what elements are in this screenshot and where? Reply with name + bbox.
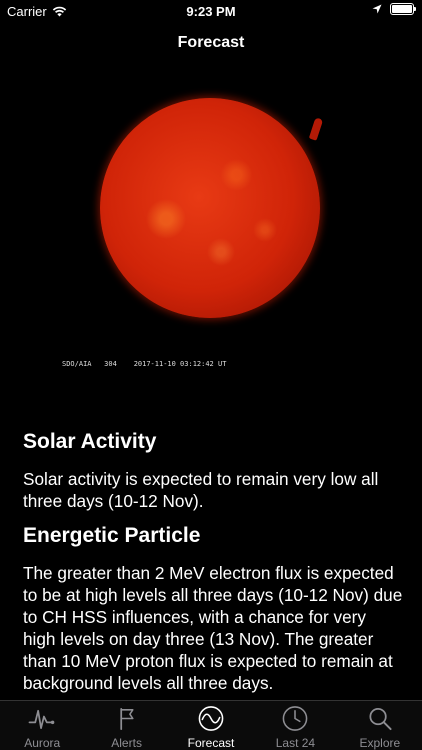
battery-icon [390,3,416,15]
tab-alerts[interactable]: Alerts [84,701,168,750]
tab-label: Explore [359,736,401,750]
wave-icon [198,706,224,731]
section-title-energetic-particle: Energetic Particle [23,524,201,547]
tab-forecast[interactable]: Forecast [169,701,253,750]
section-body-energetic-particle: The greater than 2 MeV electron flux is … [23,563,403,693]
flag-icon [119,707,134,730]
solar-prominence [308,117,324,141]
tab-last-24[interactable]: Last 24 [253,701,337,750]
forecast-content: Solar Activity Solar activity is expecte… [23,430,403,706]
tab-label: Last 24 [275,736,316,750]
tab-aurora[interactable]: Aurora [0,701,84,750]
tab-bar: Aurora Alerts Forecast Last 24 Explore [0,700,422,750]
caption-wavelength: 304 [104,360,117,368]
caption-timestamp: 2017-11-10 03:12:42 UT [133,360,227,368]
status-time: 9:23 PM [186,4,236,19]
status-right [372,3,416,15]
sun-disk [100,98,320,318]
status-bar: Carrier 9:23 PM [0,0,422,24]
pulse-icon [28,709,55,730]
clock-icon [283,706,308,731]
caption-instrument: SDO/AIA [62,360,92,368]
tab-label: Aurora [24,736,61,750]
tab-explore[interactable]: Explore [338,701,422,750]
sun-image-caption: SDO/AIA 304 2017-11-10 03:12:42 UT [62,360,226,368]
battery-level [392,5,412,13]
tab-label: Forecast [187,736,235,750]
location-arrow-icon [372,4,382,14]
sun-image: SDO/AIA 304 2017-11-10 03:12:42 UT [50,78,372,378]
search-icon [369,707,392,731]
tab-label: Alerts [111,736,142,750]
section-body-solar-activity: Solar activity is expected to remain ver… [23,469,379,511]
page-title: Forecast [177,34,245,51]
section-title-solar-activity: Solar Activity [23,430,157,453]
